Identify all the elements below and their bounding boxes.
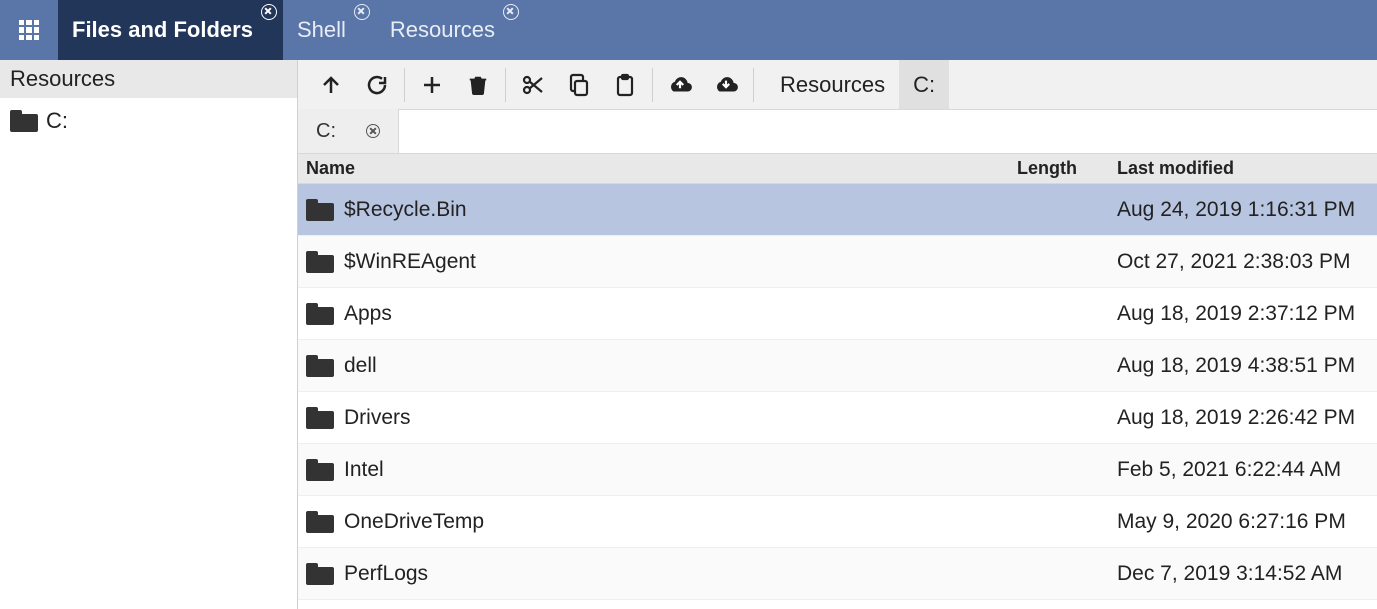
path-tab-label: C: — [316, 120, 336, 143]
table-row[interactable]: $WinREAgent Oct 27, 2021 2:38:03 PM — [298, 236, 1377, 288]
file-name: Apps — [344, 302, 392, 326]
copy-button[interactable] — [556, 60, 602, 110]
table-row[interactable]: PerfLogs Dec 7, 2019 3:14:52 AM — [298, 548, 1377, 600]
path-tab-drive-c[interactable]: C: — [298, 109, 399, 153]
table-row[interactable]: dell Aug 18, 2019 4:38:51 PM — [298, 340, 1377, 392]
file-modified: Aug 18, 2019 4:38:51 PM — [1117, 354, 1377, 378]
up-button[interactable] — [308, 60, 354, 110]
file-modified: Aug 24, 2019 1:16:31 PM — [1117, 198, 1377, 222]
file-modified: Aug 18, 2019 2:37:12 PM — [1117, 302, 1377, 326]
refresh-icon — [365, 73, 389, 97]
grid-header: Name Length Last modified — [298, 154, 1377, 184]
file-name: PerfLogs — [344, 562, 428, 586]
trash-icon — [467, 73, 489, 97]
file-modified: Oct 27, 2021 2:38:03 PM — [1117, 250, 1377, 274]
file-name: $Recycle.Bin — [344, 198, 467, 222]
table-row[interactable]: Intel Feb 5, 2021 6:22:44 AM — [298, 444, 1377, 496]
folder-icon — [306, 355, 334, 377]
file-modified: Dec 7, 2019 3:14:52 AM — [1117, 562, 1377, 586]
cloud-download-icon — [713, 73, 739, 97]
sidebar-tree: C: — [0, 98, 297, 144]
tab-label: Resources — [390, 17, 495, 43]
file-name: dell — [344, 354, 377, 378]
column-header-modified[interactable]: Last modified — [1117, 158, 1377, 179]
cut-button[interactable] — [510, 60, 556, 110]
delete-button[interactable] — [455, 60, 501, 110]
folder-icon — [306, 563, 334, 585]
breadcrumb-resources[interactable]: Resources — [766, 60, 899, 109]
folder-icon — [306, 407, 334, 429]
clipboard-icon — [613, 73, 637, 97]
folder-icon — [306, 459, 334, 481]
breadcrumb: Resources C: — [766, 60, 949, 109]
file-name: OneDriveTemp — [344, 510, 484, 534]
tab-resources[interactable]: Resources — [376, 0, 525, 60]
path-tab-bar: C: — [298, 110, 1377, 154]
close-icon[interactable] — [366, 124, 380, 138]
table-row[interactable]: $Recycle.Bin Aug 24, 2019 1:16:31 PM — [298, 184, 1377, 236]
scissors-icon — [521, 73, 545, 97]
column-header-length[interactable]: Length — [1017, 158, 1117, 179]
folder-icon — [10, 110, 38, 132]
folder-icon — [306, 199, 334, 221]
close-icon[interactable] — [503, 4, 519, 20]
main-panel: Resources C: C: Name Length Last modifie… — [298, 60, 1377, 609]
new-button[interactable] — [409, 60, 455, 110]
sidebar-item-drive-c[interactable]: C: — [10, 108, 287, 134]
top-tab-bar: Files and Folders Shell Resources — [0, 0, 1377, 60]
column-header-name[interactable]: Name — [298, 158, 1017, 179]
breadcrumb-label: Resources — [780, 72, 885, 98]
sidebar: Resources C: — [0, 60, 298, 609]
tab-label: Files and Folders — [72, 17, 253, 43]
file-modified: Aug 18, 2019 2:26:42 PM — [1117, 406, 1377, 430]
toolbar: Resources C: — [298, 60, 1377, 110]
refresh-button[interactable] — [354, 60, 400, 110]
paste-button[interactable] — [602, 60, 648, 110]
toolbar-separator — [753, 68, 754, 102]
plus-icon — [420, 73, 444, 97]
download-button[interactable] — [703, 60, 749, 110]
tab-label: Shell — [297, 17, 346, 43]
breadcrumb-drive-c[interactable]: C: — [899, 60, 949, 109]
file-name: Drivers — [344, 406, 411, 430]
close-icon[interactable] — [354, 4, 370, 20]
file-name: $WinREAgent — [344, 250, 476, 274]
apps-launcher-button[interactable] — [0, 0, 58, 60]
upload-button[interactable] — [657, 60, 703, 110]
breadcrumb-label: C: — [913, 72, 935, 98]
file-modified: Feb 5, 2021 6:22:44 AM — [1117, 458, 1377, 482]
apps-grid-icon — [19, 20, 39, 40]
tab-files-and-folders[interactable]: Files and Folders — [58, 0, 283, 60]
sidebar-item-label: C: — [46, 108, 68, 134]
arrow-up-icon — [319, 73, 343, 97]
folder-icon — [306, 511, 334, 533]
sidebar-title: Resources — [0, 60, 297, 98]
close-icon[interactable] — [261, 4, 277, 20]
file-grid: Name Length Last modified $Recycle.Bin Au… — [298, 154, 1377, 609]
cloud-upload-icon — [667, 73, 693, 97]
table-row[interactable]: Apps Aug 18, 2019 2:37:12 PM — [298, 288, 1377, 340]
toolbar-separator — [404, 68, 405, 102]
folder-icon — [306, 303, 334, 325]
file-modified: May 9, 2020 6:27:16 PM — [1117, 510, 1377, 534]
table-row[interactable]: OneDriveTemp May 9, 2020 6:27:16 PM — [298, 496, 1377, 548]
tab-shell[interactable]: Shell — [283, 0, 376, 60]
file-name: Intel — [344, 458, 384, 482]
folder-icon — [306, 251, 334, 273]
toolbar-separator — [505, 68, 506, 102]
copy-icon — [567, 73, 591, 97]
toolbar-separator — [652, 68, 653, 102]
table-row[interactable]: Drivers Aug 18, 2019 2:26:42 PM — [298, 392, 1377, 444]
